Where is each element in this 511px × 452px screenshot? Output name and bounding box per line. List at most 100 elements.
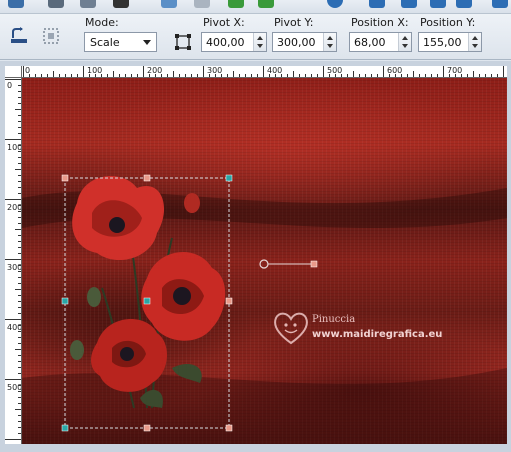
- ruler-tick: [215, 74, 216, 77]
- tool-icon[interactable]: [492, 0, 508, 8]
- ruler-tick: [311, 74, 312, 77]
- ruler-tick: [155, 74, 156, 77]
- ruler-tick: [503, 66, 504, 77]
- ruler-tick: [18, 271, 21, 272]
- tool-icon[interactable]: [369, 0, 385, 8]
- position-x-input[interactable]: 68,00: [349, 32, 412, 52]
- ruler-tick: [287, 74, 288, 77]
- ruler-tick: [329, 74, 330, 77]
- ruler-tick: [18, 301, 21, 302]
- ruler-tick: [15, 229, 21, 230]
- ruler-tick: [18, 277, 21, 278]
- tool-icon[interactable]: [161, 0, 177, 8]
- horizontal-ruler[interactable]: 0 100 200 300 400 500 600 700: [22, 66, 507, 78]
- ruler-tick: [15, 349, 21, 350]
- position-x-value: 68,00: [354, 36, 386, 49]
- pivot-x-input[interactable]: 400,00: [201, 32, 267, 52]
- ruler-tick: [65, 74, 66, 77]
- image-canvas[interactable]: Pinuccia www.maidiregrafica.eu: [22, 78, 507, 444]
- pivot-y-value: 300,00: [277, 36, 316, 49]
- vertical-ruler[interactable]: 0 100 200 300 400 500: [5, 78, 22, 452]
- ruler-tick: [353, 71, 354, 77]
- ruler-tick: [305, 74, 306, 77]
- transform-icon[interactable]: [173, 32, 193, 52]
- ruler-tick: [18, 97, 21, 98]
- ruler-tick: [77, 74, 78, 77]
- ruler-tick: [299, 74, 300, 77]
- tool-icon[interactable]: [48, 0, 64, 8]
- ruler-tick: [18, 427, 21, 428]
- ruler-tick: [5, 379, 21, 380]
- mode-dropdown[interactable]: Scale: [84, 32, 157, 52]
- ruler-tick: [173, 71, 174, 77]
- ruler-tick: [18, 187, 21, 188]
- pick-tool-icon[interactable]: [41, 26, 61, 46]
- ruler-tick: [185, 74, 186, 77]
- pivot-x-value: 400,00: [206, 36, 245, 49]
- tool-icon[interactable]: [194, 0, 210, 8]
- tool-icon[interactable]: [80, 0, 96, 8]
- pivot-point[interactable]: [143, 297, 151, 305]
- ruler-tick: [18, 115, 21, 116]
- ruler-tick: [395, 74, 396, 77]
- ruler-tick: [53, 71, 54, 77]
- main-toolbar: [0, 0, 511, 14]
- ruler-tick: [18, 193, 21, 194]
- resize-handle[interactable]: [61, 424, 69, 432]
- ruler-tick: [5, 259, 21, 260]
- ruler-tick: [15, 289, 21, 290]
- ruler-tick: [431, 74, 432, 77]
- reset-rectangle-icon[interactable]: [9, 26, 29, 46]
- ruler-tick: [317, 74, 318, 77]
- ruler-tick: [18, 373, 21, 374]
- pivot-y-input[interactable]: 300,00: [272, 32, 337, 52]
- ruler-tick: [113, 71, 114, 77]
- position-x-stepper[interactable]: [398, 33, 411, 51]
- position-y-stepper[interactable]: [468, 33, 481, 51]
- ruler-tick: [221, 74, 222, 77]
- mode-label: Mode:: [85, 16, 119, 29]
- ruler-tick: [293, 71, 294, 77]
- ruler-tick: [473, 71, 474, 77]
- tool-icon[interactable]: [8, 0, 24, 8]
- pivot-y-stepper[interactable]: [323, 33, 336, 51]
- ruler-tick: [383, 66, 384, 77]
- ruler-tick: [5, 319, 21, 320]
- ruler-tick: [5, 199, 21, 200]
- ruler-tick: [18, 103, 21, 104]
- ruler-tick: [18, 283, 21, 284]
- ruler-label: 0: [7, 81, 13, 90]
- ruler-tick: [18, 133, 21, 134]
- ruler-tick: [18, 235, 21, 236]
- redo-icon[interactable]: [258, 0, 274, 8]
- ruler-tick: [281, 74, 282, 77]
- ruler-tick: [209, 74, 210, 77]
- resize-handle[interactable]: [61, 297, 69, 305]
- ruler-tick: [179, 74, 180, 77]
- ruler-tick: [101, 74, 102, 77]
- rotate-handle[interactable]: [225, 174, 233, 182]
- position-y-input[interactable]: 155,00: [418, 32, 482, 52]
- zoom-out-icon[interactable]: [456, 0, 472, 8]
- resize-handle[interactable]: [143, 174, 151, 182]
- help-icon[interactable]: [327, 0, 343, 8]
- ruler-tick: [269, 74, 270, 77]
- ruler-tick: [18, 391, 21, 392]
- ruler-tick: [18, 91, 21, 92]
- resize-handle[interactable]: [143, 424, 151, 432]
- ruler-tick: [245, 74, 246, 77]
- resize-handle[interactable]: [61, 174, 69, 182]
- undo-icon[interactable]: [228, 0, 244, 8]
- tool-icon[interactable]: [401, 0, 417, 8]
- watermark: Pinuccia www.maidiregrafica.eu: [272, 309, 442, 348]
- resize-handle[interactable]: [225, 424, 233, 432]
- resize-handle[interactable]: [225, 297, 233, 305]
- rotation-handle[interactable]: [259, 259, 318, 269]
- position-y-value: 155,00: [423, 36, 462, 49]
- ruler-tick: [107, 74, 108, 77]
- ruler-tick: [18, 223, 21, 224]
- ruler-tick: [125, 74, 126, 77]
- pivot-x-stepper[interactable]: [253, 33, 266, 51]
- print-icon[interactable]: [113, 0, 129, 8]
- zoom-in-icon[interactable]: [430, 0, 446, 8]
